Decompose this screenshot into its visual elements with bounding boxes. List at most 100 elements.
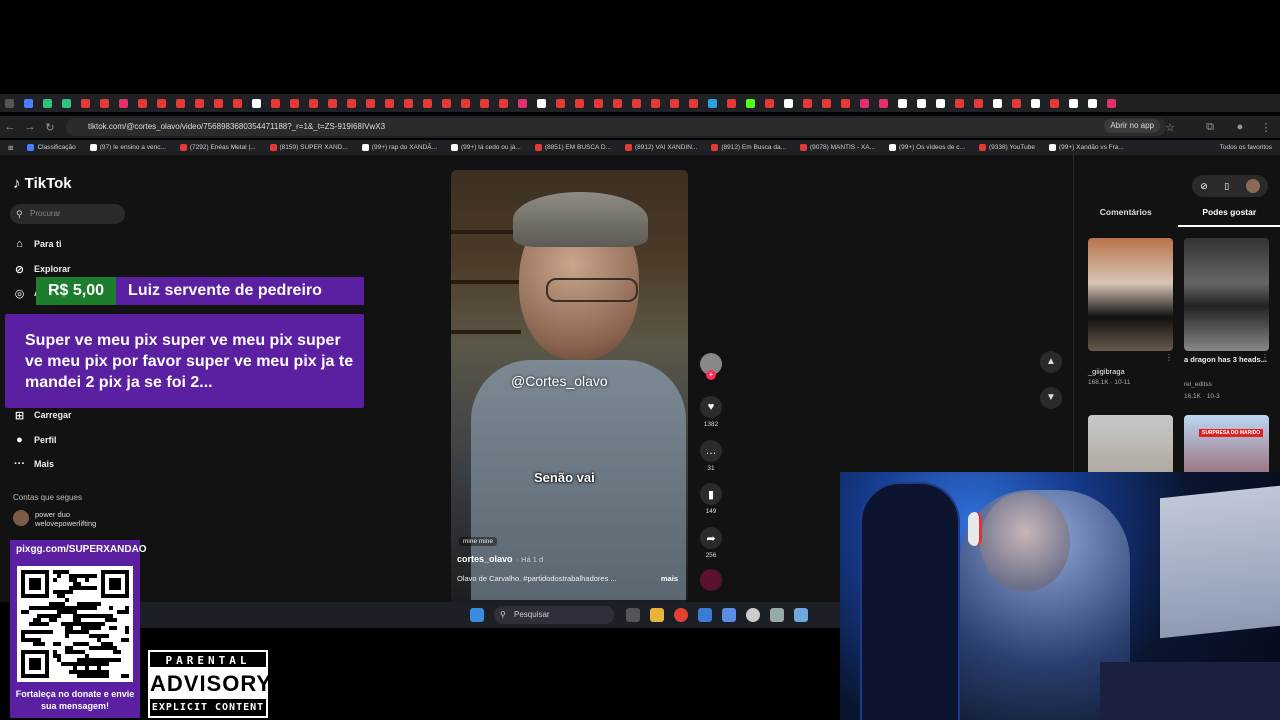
bookmark-item[interactable]: (8912) VAI XANDIN... [624,144,697,151]
bookmark-item[interactable]: (8912) Em Busca da... [711,144,786,151]
browser-tab[interactable] [81,98,90,108]
bookmark-item[interactable]: (99+) Xandão vs Fra... [1048,144,1124,151]
sidebar-item-mais[interactable]: ··· Mais [13,456,54,472]
reload-icon[interactable]: ↻ [40,121,60,134]
settings-icon[interactable] [770,608,784,622]
browser-tab[interactable] [993,98,1002,108]
browser-tab[interactable] [1069,98,1078,108]
sidebar-item-para-ti[interactable]: ⌂ Para ti [13,236,61,252]
browser-tab[interactable] [708,98,717,108]
browser-tab[interactable] [271,98,280,108]
browser-tab[interactable] [119,98,128,108]
browser-tab[interactable] [233,98,242,108]
suggested-user[interactable]: rei_editss [1184,381,1269,388]
browser-tab[interactable] [100,98,109,108]
browser-tab[interactable] [841,98,850,108]
more-link[interactable]: mais [661,574,678,583]
bookmark-item[interactable]: Classificação [27,144,76,151]
bookmark-item[interactable]: (99+) tá cedo ou já... [451,144,521,151]
browser-tab[interactable] [404,98,413,108]
browser-tab[interactable] [328,98,337,108]
browser-tab[interactable] [575,98,584,108]
tab-you-may-like[interactable]: Podes gostar [1177,207,1280,227]
tab-comments[interactable]: Comentários [1074,207,1178,227]
forward-icon[interactable]: → [20,121,40,133]
windows-start-icon[interactable] [470,608,484,622]
browser-tab[interactable] [157,98,166,108]
browser-tab[interactable] [632,98,641,108]
browser-tab[interactable] [1088,98,1097,108]
browser-tab[interactable] [423,98,432,108]
browser-tab[interactable] [480,98,489,108]
url-field[interactable]: tiktok.com/@cortes_olavo/video/756898368… [66,118,1166,136]
bookmark-item[interactable]: (97) Ie ensino a venc... [89,144,166,151]
browser-tab[interactable] [594,98,603,108]
next-video-button[interactable]: ▼ [1040,387,1062,409]
more-options-icon[interactable]: ⋮ [1261,353,1269,362]
previous-video-button[interactable]: ▲ [1040,351,1062,373]
bookmark-item[interactable]: (7292) Enéas Metal |... [179,144,256,151]
browser-tab[interactable] [518,98,527,108]
extensions-icon[interactable]: ⧉ [1200,121,1220,134]
browser-tab[interactable] [651,98,660,108]
follow-plus-icon[interactable]: + [706,370,716,380]
user-avatar[interactable] [1245,179,1260,193]
bookmark-item[interactable]: (99+) rap do XANDÃ... [361,144,437,151]
video-player[interactable]: @Cortes_olavo Senão vai mine mine cortes… [451,170,688,603]
browser-tab[interactable] [974,98,983,108]
all-favorites-folder[interactable]: Todos os favoritos [1220,144,1280,151]
profile-avatar-icon[interactable]: ● [1230,121,1250,133]
music-tag[interactable]: mine mine [459,537,497,546]
apps-icon[interactable]: ⊞ [8,144,13,152]
browser-tab[interactable] [613,98,622,108]
browser-tab[interactable] [309,98,318,108]
browser-tab[interactable] [803,98,812,108]
star-icon[interactable]: ☆ [1160,121,1180,134]
browser-tab[interactable] [499,98,508,108]
browser-tab[interactable] [1107,98,1116,108]
steam-icon[interactable] [794,608,808,622]
browser-tab[interactable] [290,98,299,108]
sidebar-item-carregar[interactable]: ⊞ Carregar [13,407,72,423]
task-view-icon[interactable] [626,608,640,622]
obs-icon[interactable] [746,608,760,622]
bookmark-item[interactable]: (8851) EM BUSCA D... [534,144,611,151]
browser-tab[interactable] [955,98,964,108]
like-button[interactable]: ♥ 1382 [698,396,724,428]
back-icon[interactable]: ← [0,121,20,133]
browser-tab[interactable] [24,98,33,108]
browser-tab[interactable] [347,98,356,108]
browser-tab[interactable] [898,98,907,108]
browser-tab[interactable] [5,98,14,108]
suggested-user[interactable]: _giigibraga [1088,367,1173,376]
browser-tab[interactable] [138,98,147,108]
browser-tab[interactable] [62,98,71,108]
file-explorer-icon[interactable] [650,608,664,622]
app-icon[interactable] [722,608,736,622]
browser-tab[interactable] [461,98,470,108]
video-author[interactable]: cortes_olavo · Há 1 d [457,554,543,564]
save-button[interactable]: ▮ 149 [698,483,724,515]
browser-tab[interactable] [765,98,774,108]
open-app-button[interactable]: Abrir no app [1104,119,1160,133]
creator-avatar-button[interactable]: + [698,353,724,380]
chrome-icon[interactable] [674,608,688,622]
browser-tab[interactable] [1012,98,1021,108]
phone-icon[interactable]: ▯ [1224,181,1229,192]
browser-tab[interactable] [917,98,926,108]
browser-tab[interactable] [214,98,223,108]
browser-tab[interactable] [43,98,52,108]
browser-tab[interactable] [822,98,831,108]
taskbar-search[interactable]: ⚲ Pesquisar [494,606,614,624]
browser-tab[interactable] [385,98,394,108]
app-icon[interactable] [698,608,712,622]
suggested-video-thumb[interactable] [1088,238,1173,351]
browser-tab[interactable] [366,98,375,108]
browser-tab[interactable] [746,98,755,108]
browser-tab[interactable] [252,98,261,108]
browser-tab[interactable] [556,98,565,108]
browser-tab[interactable] [784,98,793,108]
comment-button[interactable]: … 31 [698,440,724,472]
browser-tab[interactable] [689,98,698,108]
compass-icon[interactable]: ⊘ [1200,181,1208,192]
